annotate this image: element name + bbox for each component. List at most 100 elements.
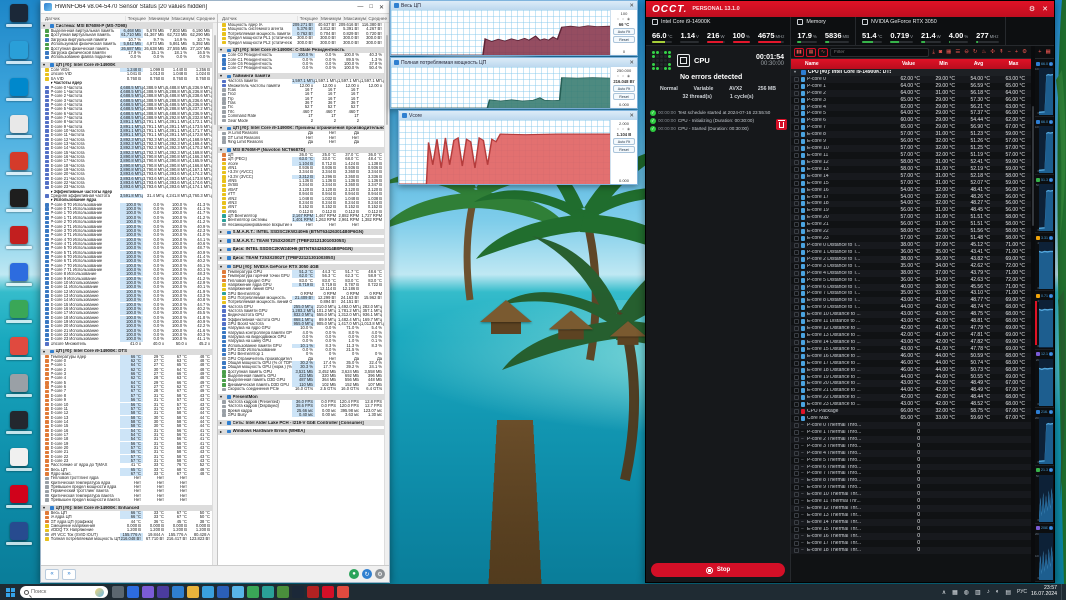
sensor-table-row[interactable]: P-core 1 Distance to T...36.00 °C35.00 °… — [791, 249, 1031, 256]
taskbar-app-icon[interactable] — [142, 586, 154, 598]
sensor-group-header[interactable]: ▾ЦП [#0]: Intel Core i9-14900K — [41, 62, 212, 68]
checkbox[interactable] — [794, 181, 799, 186]
sensor-table-row[interactable]: E-core 15 Distance to ...43.00 °C41.00 °… — [791, 346, 1031, 353]
sensor-table-row[interactable]: E-core 1956.00 °C31.00 °C48.45 °C56.00 °… — [791, 207, 1031, 214]
desktop-shortcut-icon[interactable] — [2, 78, 36, 106]
grid-icon[interactable]: ▦ — [945, 49, 952, 55]
info-icon[interactable]: i — [1049, 62, 1053, 66]
sensor-table-row[interactable]: E-core 1258.00 °C31.00 °C52.41 °C59.00 °… — [791, 159, 1031, 166]
checkbox[interactable] — [794, 160, 799, 165]
filter-input[interactable] — [830, 48, 929, 57]
sensor-table-row[interactable]: E-core 20 Distance to ...43.00 °C42.00 °… — [791, 380, 1031, 387]
sensor-table-row[interactable]: E-core 1654.00 °C32.00 °C48.41 °C56.00 °… — [791, 187, 1031, 194]
sensor-table-row[interactable]: E-core 21 Distance to ...44.00 °C42.00 °… — [791, 387, 1031, 394]
checkbox[interactable] — [794, 257, 799, 262]
taskbar-app-icon[interactable] — [337, 586, 349, 598]
sensor-row[interactable]: Полная потребляемая мощность ЦП216.048 В… — [41, 537, 212, 541]
taskbar-app-icon[interactable] — [157, 586, 169, 598]
sensor-table-row[interactable]: −E-core 14 Thermal Thr...0 — [791, 519, 1031, 526]
checkbox[interactable] — [794, 423, 799, 428]
checkbox[interactable] — [794, 478, 799, 483]
checkbox[interactable] — [794, 153, 799, 158]
hwinfo-title-bar[interactable]: HWiNFO64 v8.04-5470 Sensor Status [20 va… — [41, 1, 389, 14]
desktop-shortcut-icon[interactable] — [2, 374, 36, 402]
checkbox[interactable] — [794, 381, 799, 386]
stop-button[interactable]: Stop — [651, 563, 785, 577]
sensor-table-row[interactable]: E-core 23 Distance to ...43.00 °C42.00 °… — [791, 401, 1031, 408]
history-icon[interactable]: ↻ — [972, 49, 979, 55]
reset-minmax-icon[interactable]: ↻ — [362, 569, 372, 579]
sensor-table-row[interactable]: E-core 11 Distance to ...43.00 °C43.00 °… — [791, 318, 1031, 325]
sensor-row[interactable]: Ring Limit ReasonsДаНетДа — [218, 140, 384, 144]
checkbox[interactable] — [794, 285, 799, 290]
checkbox[interactable] — [794, 188, 799, 193]
sensor-table-row[interactable]: P-core 2 Distance to T...38.00 °C36.00 °… — [791, 256, 1031, 263]
checkbox[interactable] — [794, 541, 799, 546]
checkbox[interactable] — [794, 195, 799, 200]
auto-fit-button[interactable]: Auto Fit — [613, 138, 635, 145]
sensor-row[interactable]: Несанкционированное вскрытие корпусаНетН… — [218, 222, 384, 226]
sensor-table-row[interactable]: −E-core 12 Thermal Thr...0 — [791, 505, 1031, 512]
checkbox[interactable] — [794, 548, 799, 553]
clear-icon[interactable]: ⊖ — [963, 49, 970, 55]
sensor-table-row[interactable]: E-core 13 Distance to ...42.00 °C41.00 °… — [791, 332, 1031, 339]
sensor-table-row[interactable]: −E-core 11 Thermal Thr...0 — [791, 498, 1031, 505]
checkbox[interactable] — [794, 139, 799, 144]
mini-graph--3-3v[interactable]: 3.31 Vi20 — [1035, 233, 1054, 291]
checkbox[interactable] — [794, 437, 799, 442]
settings-gear-icon[interactable]: ⚙ — [1029, 5, 1035, 13]
minimize-icon[interactable]: — — [357, 4, 363, 11]
layout-icon[interactable]: ▦ — [1045, 49, 1052, 55]
mini-graph-gpu-power[interactable]: 21.39 Wi500 — [1035, 466, 1054, 524]
pin-icon[interactable]: ↟ — [998, 49, 1005, 55]
checkbox[interactable] — [794, 167, 799, 172]
sensor-table-row[interactable]: −P-core 4 Thermal Thro...0 — [791, 450, 1031, 457]
table-section-row[interactable]: ▾CPU [#0]: Intel Core i9-14900K: DTS — [791, 69, 1031, 76]
checkbox[interactable] — [794, 375, 799, 380]
sensor-table-row[interactable]: E-core 18 Distance to ...46.00 °C44.00 °… — [791, 367, 1031, 374]
desktop-shortcut-icon[interactable] — [2, 226, 36, 254]
sensor-table-row[interactable]: P-core 3 Distance to T...35.00 °C34.00 °… — [791, 263, 1031, 270]
settings-icon[interactable]: ⚙ — [1021, 49, 1028, 55]
taskbar-app-icon[interactable] — [262, 586, 274, 598]
start-button[interactable] — [0, 584, 20, 600]
sensor-table-row[interactable]: E-core 17 Distance to ...46.00 °C44.00 °… — [791, 360, 1031, 367]
checkbox[interactable] — [794, 361, 799, 366]
sensor-table-row[interactable]: P-core 660.00 °C29.00 °C54.44 °C62.00 °C — [791, 117, 1031, 124]
expand-icon[interactable]: + — [1014, 49, 1019, 55]
taskbar-app-icon[interactable] — [217, 586, 229, 598]
sensor-group-header[interactable]: ▾PresentMon — [218, 394, 384, 400]
sensor-group-header[interactable]: ▾ЦП [#0]: Intel Core i9-14900K: Причины … — [218, 125, 384, 131]
sensor-table-row[interactable]: E-core 2156.00 °C31.00 °C51.51 °C58.00 °… — [791, 221, 1031, 228]
mini-graph-sys-fan[interactable]: 2081 rpmi200010000 — [1035, 524, 1054, 582]
sensor-table-row[interactable]: −P-core 5 Thermal Thro...0 — [791, 457, 1031, 464]
sensor-table-row[interactable]: E-core 22 Distance to ...42.00 °C42.00 °… — [791, 394, 1031, 401]
checkbox[interactable] — [794, 105, 799, 110]
taskbar-app-icon[interactable] — [307, 586, 319, 598]
sensor-table-row[interactable]: E-core 2357.00 °C32.00 °C51.48 °C58.00 °… — [791, 235, 1031, 242]
sensor-table-row[interactable]: P-core 365.00 °C29.00 °C57.30 °C66.00 °C — [791, 97, 1031, 104]
taskbar-app-icon[interactable] — [247, 586, 259, 598]
checkbox[interactable] — [794, 125, 799, 130]
checkbox[interactable] — [794, 444, 799, 449]
sensor-table-row[interactable]: E-core 8 Distance to T...43.00 °C41.00 °… — [791, 297, 1031, 304]
sensor-table-row[interactable]: −P-core 7 Thermal Thro...0 — [791, 470, 1031, 477]
taskbar-app-icon[interactable] — [127, 586, 139, 598]
taskbar-app-icon[interactable] — [232, 586, 244, 598]
tray-icon[interactable]: ♪ — [987, 589, 990, 595]
sensor-table-row[interactable]: E-core 14 Distance to ...43.00 °C42.00 °… — [791, 339, 1031, 346]
sensor-table-row[interactable]: E-core 16 Distance to ...46.00 °C44.00 °… — [791, 353, 1031, 360]
checkbox[interactable] — [794, 458, 799, 463]
tray-icon[interactable]: ▦ — [952, 589, 958, 596]
checkbox[interactable] — [794, 132, 799, 137]
sensor-table-row[interactable]: P-core 062.00 °C29.00 °C54.00 °C63.00 °C — [791, 76, 1031, 83]
checkbox[interactable] — [794, 354, 799, 359]
taskbar-app-icon[interactable] — [322, 586, 334, 598]
desktop-shortcut-icon[interactable] — [2, 448, 36, 476]
sensor-table-row[interactable]: E-core 19 Distance to ...44.00 °C44.00 °… — [791, 374, 1031, 381]
desktop-shortcut-icon[interactable] — [2, 300, 36, 328]
occt-title-bar[interactable]: OCCT. PERSONAL 13.1.0 ⚙ ✕ — [646, 1, 1054, 17]
checkbox[interactable] — [794, 84, 799, 89]
checkbox[interactable] — [794, 201, 799, 206]
pause-icon[interactable]: ▮▮ — [794, 48, 804, 57]
